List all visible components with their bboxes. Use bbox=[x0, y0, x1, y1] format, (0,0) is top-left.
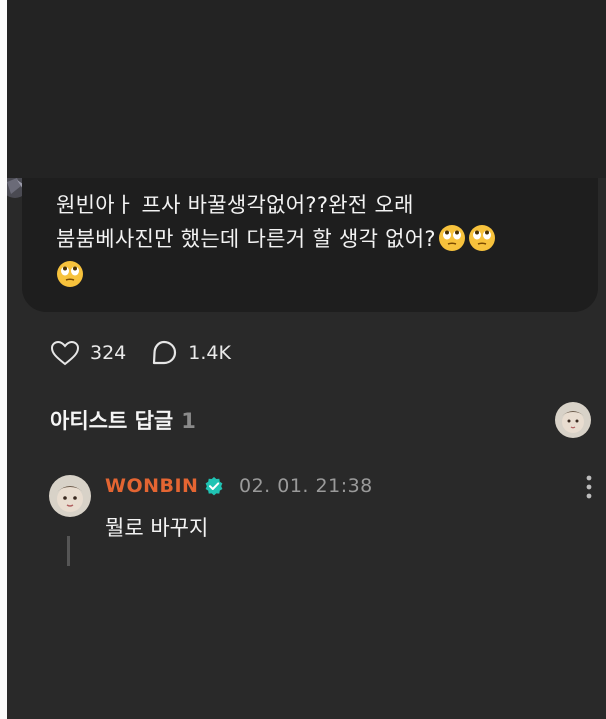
eye-roll-emoji-icon bbox=[438, 225, 465, 251]
thread-line bbox=[67, 536, 70, 566]
verified-badge-icon bbox=[205, 477, 223, 496]
comment-timestamp: 02. 01. 21:38 bbox=[239, 475, 373, 497]
post-text-line-1: 원빈아ㅏ 프사 바꿀생각없어??완전 오래 bbox=[56, 193, 414, 217]
more-options-icon[interactable] bbox=[585, 474, 593, 500]
eye-roll-emoji-icon bbox=[57, 261, 83, 287]
comment-author-name[interactable]: WONBIN bbox=[105, 475, 198, 497]
artist-replies-count: 1 bbox=[181, 409, 196, 433]
app-screen: 원빈아ㅏ 프사 바꿀생각없어??완전 오래 붐붐베사진만 했는데 다른거 할 생… bbox=[7, 0, 606, 719]
post-text-line-2: 붐붐베사진만 했는데 다른거 할 생각 없어? bbox=[56, 227, 436, 251]
post-text: 원빈아ㅏ 프사 바꿀생각없어??완전 오래 붐붐베사진만 했는데 다른거 할 생… bbox=[56, 188, 576, 256]
post-card: 원빈아ㅏ 프사 바꿀생각없어??완전 오래 붐붐베사진만 했는데 다른거 할 생… bbox=[22, 178, 598, 312]
like-button[interactable]: 324 bbox=[50, 340, 126, 366]
comment-button[interactable]: 1.4K bbox=[150, 339, 231, 367]
heart-icon bbox=[50, 340, 80, 366]
artist-replies-header: 아티스트 답글 1 bbox=[50, 405, 196, 435]
comment-text: 뭘로 바꾸지 bbox=[105, 516, 209, 540]
artist-avatar[interactable] bbox=[555, 402, 591, 438]
comment-author-avatar[interactable] bbox=[49, 475, 91, 517]
post-stats: 324 1.4K bbox=[50, 338, 255, 368]
eye-roll-emoji-icon bbox=[468, 225, 495, 251]
like-count: 324 bbox=[90, 342, 127, 364]
media-area bbox=[7, 0, 606, 178]
artist-replies-title: 아티스트 답글 bbox=[50, 409, 174, 433]
post-emoji-row bbox=[54, 260, 84, 288]
comment-bubble-icon bbox=[153, 340, 177, 365]
comment-count: 1.4K bbox=[188, 342, 231, 364]
